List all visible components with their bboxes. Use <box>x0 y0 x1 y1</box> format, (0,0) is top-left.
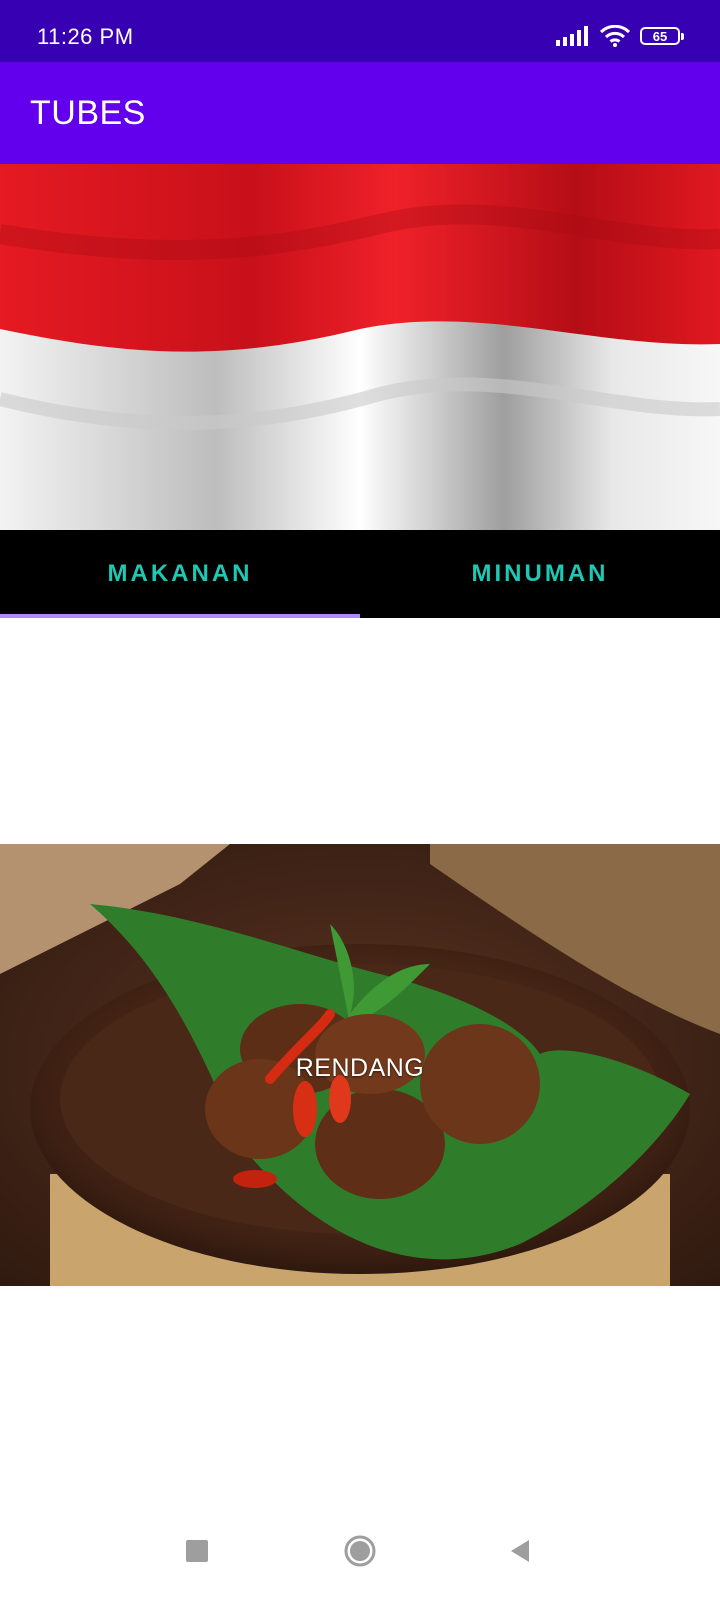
recents-icon[interactable] <box>174 1528 220 1574</box>
indonesia-flag-banner <box>0 164 720 530</box>
tab-indicator <box>0 614 360 618</box>
status-bar: 11:26 PM 65 <box>0 0 720 62</box>
signal-icon <box>556 26 588 46</box>
battery-icon: 65 <box>640 27 684 45</box>
food-card-rendang[interactable]: RENDANG <box>0 844 720 1286</box>
category-tabs: MAKANAN MINUMAN <box>0 530 720 618</box>
tab-makanan-label: MAKANAN <box>107 560 253 587</box>
status-icons: 65 <box>556 24 684 48</box>
home-icon[interactable] <box>337 1528 383 1574</box>
app-bar: TUBES <box>0 62 720 164</box>
tab-makanan[interactable]: MAKANAN <box>0 530 360 618</box>
app-title: TUBES <box>30 94 146 132</box>
battery-level: 65 <box>652 28 668 44</box>
food-label: RENDANG <box>295 1054 425 1082</box>
tab-minuman-label: MINUMAN <box>471 560 609 587</box>
tab-minuman[interactable]: MINUMAN <box>360 530 720 618</box>
status-time: 11:26 PM <box>37 24 134 49</box>
wifi-icon <box>600 25 630 47</box>
navigation-bar <box>0 1500 720 1600</box>
back-icon[interactable] <box>497 1528 543 1574</box>
